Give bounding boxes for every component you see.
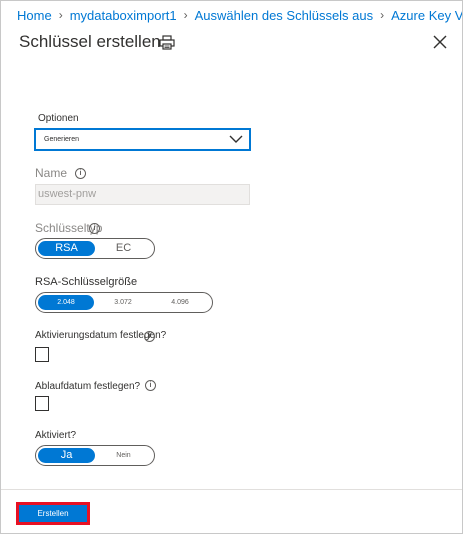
chevron-right-icon: › <box>380 8 385 22</box>
activation-checkbox[interactable] <box>35 347 49 362</box>
chevron-right-icon: › <box>58 8 63 22</box>
key-type-option-rsa[interactable]: RSA <box>38 241 95 256</box>
key-size-label: RSA-Schlüsselgröße <box>35 276 138 288</box>
key-size-option-2048[interactable]: 2.048 <box>38 295 94 310</box>
name-input[interactable]: uswest-pnw <box>35 184 250 205</box>
enabled-label: Aktiviert? <box>35 430 77 441</box>
name-label: Name <box>35 166 68 180</box>
key-size-toggle: 2.048 3.072 4.096 <box>35 292 213 313</box>
options-select-value: Generieren <box>44 136 80 143</box>
breadcrumb: Home › mydataboximport1 › Auswählen des … <box>17 7 462 23</box>
key-type-toggle: RSA EC <box>35 238 155 259</box>
enabled-option-no[interactable]: Nein <box>95 448 152 463</box>
breadcrumb-select-key[interactable]: Auswählen des Schlüssels aus <box>195 8 374 23</box>
info-icon: i <box>144 331 155 342</box>
info-icon: i <box>89 223 100 234</box>
enabled-toggle: Ja Nein <box>35 445 155 466</box>
footer-divider <box>1 489 462 490</box>
key-size-option-3072[interactable]: 3.072 <box>94 295 152 310</box>
expiry-checkbox[interactable] <box>35 396 49 411</box>
breadcrumb-key-vault[interactable]: Azure Key Va <box>391 8 462 23</box>
create-key-panel: Home › mydataboximport1 › Auswählen des … <box>0 0 463 534</box>
options-label: Optionen <box>38 113 79 124</box>
page-title: Schlüssel erstellen <box>19 32 161 51</box>
print-icon[interactable] <box>159 35 175 50</box>
key-size-option-4096[interactable]: 4.096 <box>152 295 208 310</box>
breadcrumb-home[interactable]: Home <box>17 8 52 23</box>
breadcrumb-databox[interactable]: mydataboximport1 <box>70 8 177 23</box>
close-icon[interactable] <box>433 35 447 49</box>
expiry-label: Ablaufdatum festlegen? <box>35 381 141 392</box>
chevron-right-icon: › <box>183 8 188 22</box>
info-icon: i <box>145 380 156 391</box>
options-select[interactable]: Generieren <box>35 129 250 150</box>
enabled-option-yes[interactable]: Ja <box>38 448 95 463</box>
info-icon: i <box>75 168 86 179</box>
chevron-down-icon <box>229 135 243 143</box>
create-button[interactable]: Erstellen <box>17 503 89 524</box>
key-type-option-ec[interactable]: EC <box>95 241 152 256</box>
